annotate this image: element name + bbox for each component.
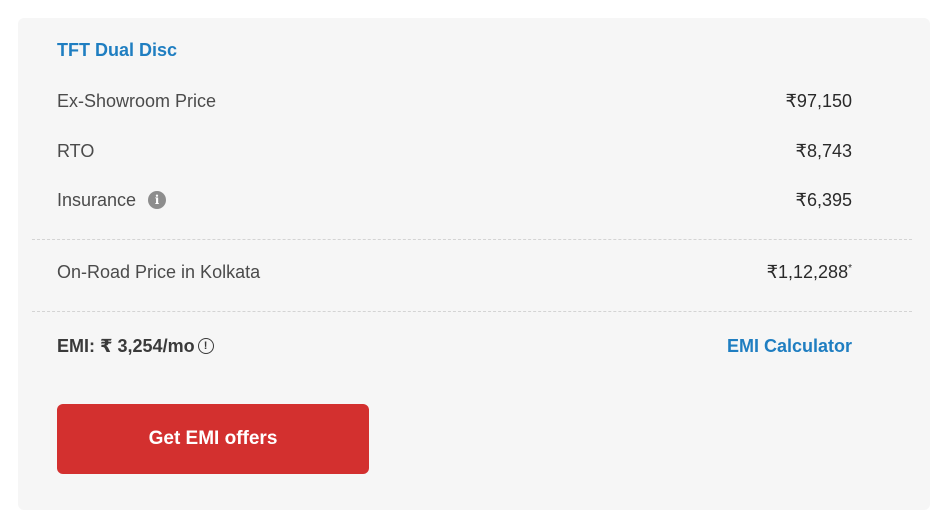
exclamation-circle-icon[interactable]: ! (197, 338, 214, 354)
divider (32, 239, 912, 240)
emi-row: EMI: ₹ 3,254/mo ! EMI Calculator (57, 331, 852, 361)
on-road-row: On-Road Price in Kolkata ₹1,12,288* (57, 257, 852, 287)
emi-calculator-link[interactable]: EMI Calculator (727, 336, 852, 357)
ex-showroom-row: Ex-Showroom Price ₹97,150 (57, 86, 852, 116)
on-road-value: ₹1,12,288 (766, 261, 849, 282)
insurance-label: Insurance (57, 189, 137, 210)
divider (32, 311, 912, 312)
variant-name-link[interactable]: TFT Dual Disc (57, 40, 177, 61)
rto-row: RTO ₹8,743 (57, 136, 852, 166)
insurance-row: Insurance i ₹6,395 (57, 185, 852, 215)
price-card: TFT Dual Disc Ex-Showroom Price ₹97,150 … (18, 18, 930, 510)
insurance-value: ₹6,395 (795, 189, 853, 210)
insurance-label-group: Insurance i (57, 189, 167, 211)
rto-value: ₹8,743 (795, 140, 853, 161)
rto-label: RTO (57, 140, 95, 161)
ex-showroom-value: ₹97,150 (785, 90, 852, 111)
info-icon[interactable]: i (148, 191, 167, 209)
on-road-asterisk: * (848, 262, 852, 274)
on-road-value-group: ₹1,12,288* (767, 262, 852, 283)
get-emi-offers-button[interactable]: Get EMI offers (57, 404, 369, 474)
ex-showroom-label: Ex-Showroom Price (57, 90, 217, 111)
emi-amount: EMI: ₹ 3,254/mo (57, 335, 195, 356)
emi-amount-group: EMI: ₹ 3,254/mo ! (57, 336, 214, 357)
on-road-label: On-Road Price in Kolkata (57, 261, 261, 282)
